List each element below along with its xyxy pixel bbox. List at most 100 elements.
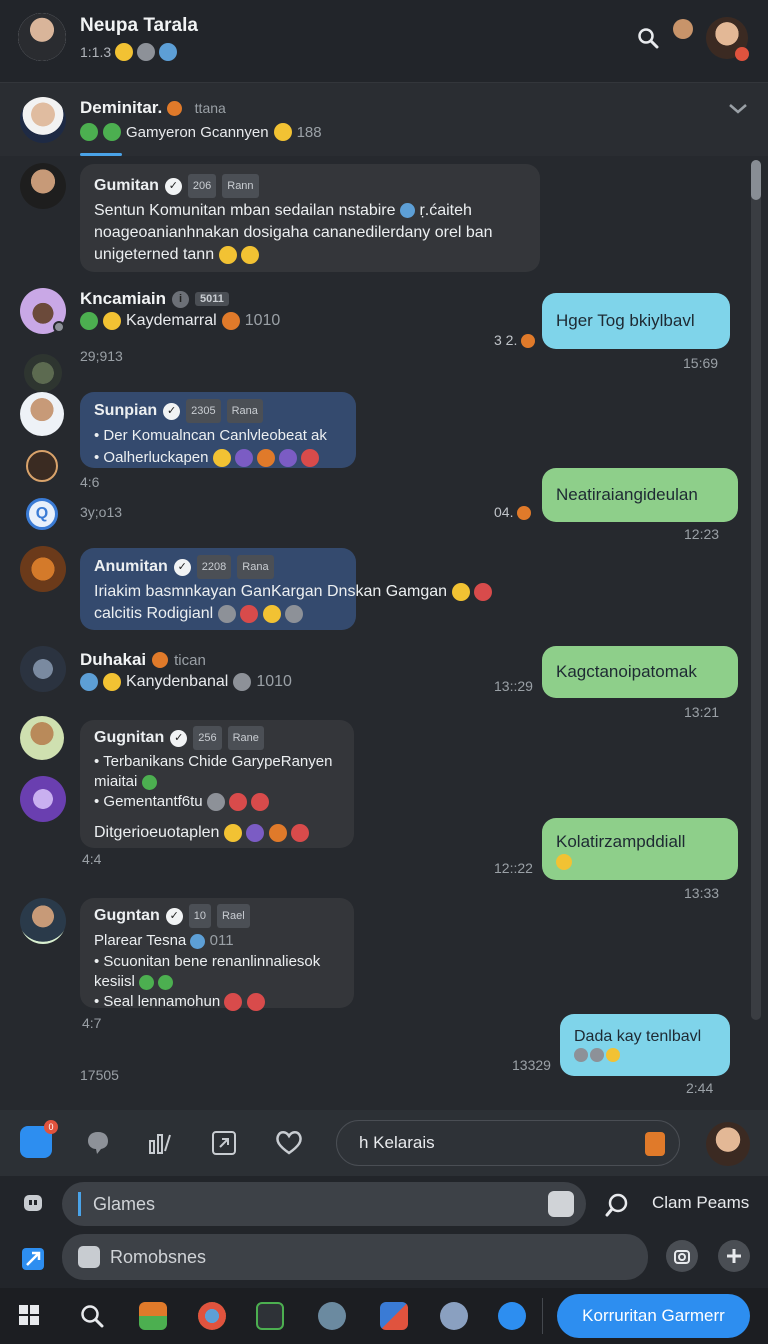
grin-emoji-icon [451,582,470,601]
media-app-icon[interactable] [380,1302,408,1330]
start-menu-icon[interactable] [16,1302,42,1328]
outgoing-message[interactable]: Neatiraiangideulan [542,468,738,522]
message-list: Scuonitan bene renanlinnaliesok kesiisl … [94,952,340,1012]
diamond-icon [399,203,415,219]
jar-icon[interactable] [645,1132,665,1156]
avatar[interactable] [20,776,66,822]
outgoing-message[interactable]: Kagctanoipatomak [542,646,738,698]
user-avatar[interactable] [706,1122,750,1166]
read-count: 12::22 [494,860,533,876]
person-icon [152,652,169,668]
add-icon[interactable] [718,1240,750,1272]
timestamp: 3y;o13 [80,504,123,520]
store-icon[interactable] [139,1302,167,1330]
message-header: Gugntan ✓ 10 Rael [94,904,340,928]
message-bubble[interactable]: Sunpian ✓ 2305 Rana Der Komualncan Canlv… [80,392,356,468]
sparkle-icon [257,449,276,468]
outgoing-message[interactable]: Hger Tog bkiylbavl [542,293,730,349]
search-icon[interactable] [602,1190,632,1220]
chat-bubble-icon[interactable] [84,1128,112,1156]
role-badge: Rana [237,555,274,579]
stats-icon[interactable] [146,1128,174,1156]
q-app-icon[interactable]: Q [26,498,58,530]
scrollbar[interactable] [751,160,761,1020]
clam-peams-label[interactable]: Clam Peams [652,1193,749,1213]
worried-emoji-icon [241,245,260,264]
message-line: Kanydenbanal [126,673,229,690]
person-icon [166,101,182,117]
message-list: Terbanikans Chide GarypeRanyen miaitai G… [94,752,340,812]
reaction-icon [521,334,536,349]
heart-shield-icon[interactable] [272,1126,306,1158]
pinterest-icon[interactable] [498,1302,526,1330]
avatar[interactable] [24,354,62,392]
outgoing-message[interactable]: Kolatirzampddiall [542,818,738,880]
message-input[interactable]: h Kelarais [336,1120,680,1166]
badge: 2305 [186,399,221,423]
clock-icon [217,604,236,623]
timestamp: 17505 [80,1067,119,1083]
chevron-down-icon[interactable] [726,99,750,119]
outgoing-message[interactable]: Dada kay tenlbavl [560,1014,730,1076]
verified-icon: ✓ [170,729,188,747]
profile-app-icon[interactable] [440,1302,468,1330]
message-bubble[interactable]: Gumitan ✓ 206 Rann Sentun Komunitan mban… [80,164,540,272]
timestamp: 12:23 [684,526,720,542]
avatar-app-icon[interactable] [318,1302,346,1330]
rooms-input[interactable]: Romobsnes [62,1234,648,1280]
avatar[interactable] [20,898,66,944]
scrollbar-thumb[interactable] [751,160,761,200]
timestamp: 4:7 [82,1015,102,1031]
compass-icon[interactable] [26,450,58,482]
grin-emoji-icon [223,823,242,842]
timestamp: 29;913 [80,348,123,364]
figure-icon [221,312,240,330]
search-input[interactable]: Glames [62,1182,586,1226]
author-name: Gugntan [94,907,160,924]
timestamp: 13:21 [684,704,720,720]
message-bubble[interactable]: Anumitan ✓ 2208 Rana Iriakim basmnkayan … [80,548,492,630]
terminal-icon[interactable] [256,1302,284,1330]
browser-icon[interactable] [198,1302,226,1330]
chat-area[interactable]: Gumitan ✓ 206 Rann Sentun Komunitan mban… [0,156,768,1110]
list-item: Gementantf6tu [94,792,340,812]
avatar[interactable] [20,716,64,760]
community-button[interactable]: Korruritan Garmerr [557,1294,750,1338]
message-input-text: h Kelarais [359,1133,435,1152]
location-icon[interactable] [548,1191,574,1217]
small-avatar[interactable] [673,19,693,39]
robot-icon[interactable] [18,1188,48,1218]
message-header: Gugnitan ✓ 256 Rane [94,726,340,750]
message-bubble[interactable]: Gugntan ✓ 10 Rael Plarear Tesna 011 Scuo… [80,898,354,1012]
search-row: Romobsnes [0,1232,768,1288]
contact-avatar[interactable] [18,13,66,61]
timestamp: 4:4 [82,851,102,867]
worried-emoji-icon [218,245,237,264]
user-tag: tican [174,651,206,669]
search-icon[interactable] [634,24,662,52]
author-name: Anumitan [94,558,168,575]
reaction-icon [517,506,532,521]
pin-icon[interactable] [18,1244,48,1274]
sparkle-icon [268,823,287,842]
message-bubble[interactable]: Gugnitan ✓ 256 Rane Terbanikans Chide Ga… [80,720,354,848]
share-icon[interactable] [209,1128,239,1158]
list-item: Oalherluckapen [94,447,342,469]
list-item-text: Scuonitan bene renanlinnaliesok kesiisl [94,953,321,990]
message-text: Ditgerioeuotaplen [94,822,340,844]
avatar[interactable] [20,163,66,209]
avatar[interactable] [20,646,66,692]
app-icon[interactable]: 0 [20,1120,58,1158]
status-text: 1:1.3 [80,44,112,60]
avatar[interactable] [20,392,64,436]
search-input-text: Glames [93,1193,156,1214]
avatar[interactable] [20,546,66,592]
channel-avatar[interactable] [20,97,66,143]
message-text: Iriakim basmnkayan GanKargan Dnskan Gamg… [94,581,492,625]
camera-icon[interactable] [666,1240,698,1272]
green-dot-icon [103,123,121,141]
message-square-icon [78,1246,100,1268]
search-icon[interactable] [78,1302,106,1330]
heart-icon [240,604,259,623]
verified-icon: ✓ [164,177,182,195]
